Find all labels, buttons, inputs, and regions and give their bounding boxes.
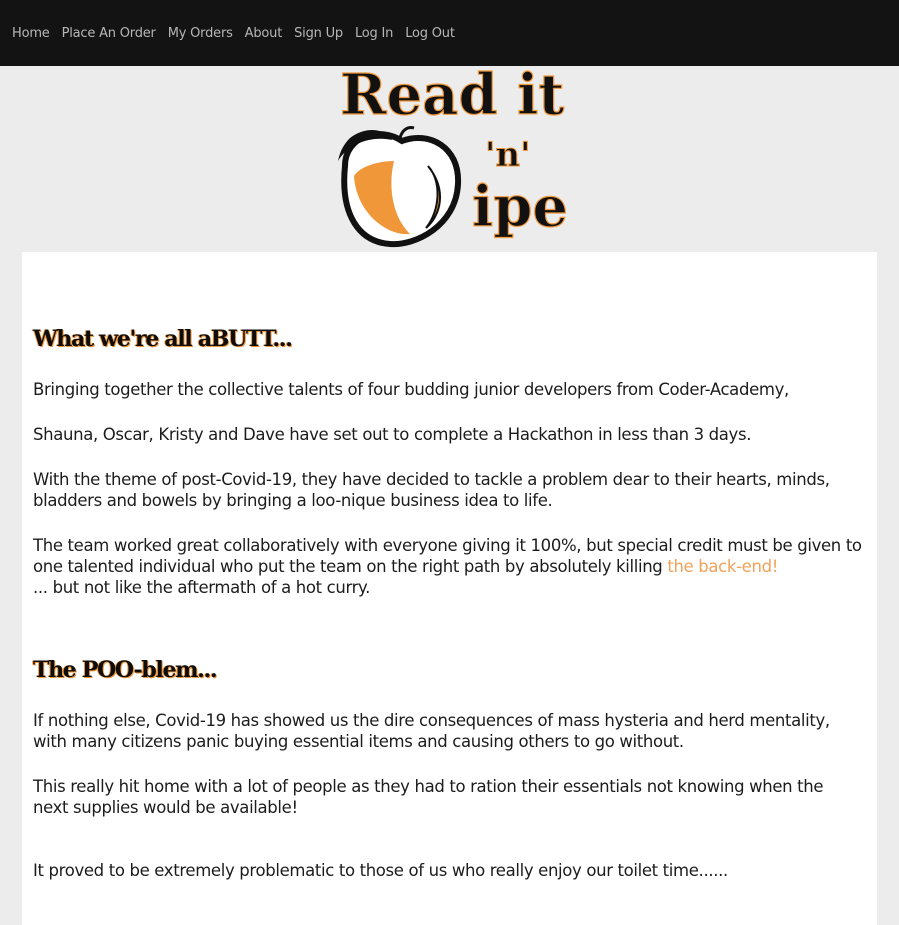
back-end-link[interactable]: the back-end! — [667, 557, 778, 576]
logo-line-2: 'n' — [485, 135, 531, 175]
site-logo: Read it 'n' ipe — [330, 61, 570, 252]
nav-log-out-link[interactable]: Log Out — [405, 26, 455, 41]
about-content: What we're all aBUTT... Bringing togethe… — [22, 252, 877, 925]
paragraph-covid: If nothing else, Covid-19 has showed us … — [33, 711, 830, 751]
peach-icon — [338, 126, 462, 248]
nav-my-orders-link[interactable]: My Orders — [168, 26, 233, 41]
section-heading-problem: The POO-blem... — [33, 657, 218, 683]
section-heading-about: What we're all aBUTT... — [33, 326, 293, 352]
paragraph-intro: Bringing together the collective talents… — [33, 380, 789, 399]
credit-after-text: ... but not like the aftermath of a hot … — [33, 578, 370, 597]
paragraph-ration: This really hit home with a lot of peopl… — [33, 777, 824, 817]
nav-about-link[interactable]: About — [245, 26, 283, 41]
paragraph-toilet-time: It proved to be extremely problematic to… — [33, 861, 728, 880]
nav-sign-up-link[interactable]: Sign Up — [294, 26, 343, 41]
paragraph-credit: The team worked great collaboratively wi… — [33, 535, 863, 598]
logo-graphic: Read it 'n' ipe — [338, 61, 569, 248]
top-navbar: Home Place An Order My Orders About Sign… — [0, 0, 899, 66]
paragraph-theme: With the theme of post-Covid-19, they ha… — [33, 470, 830, 510]
nav-home-link[interactable]: Home — [12, 26, 50, 41]
nav-place-order-link[interactable]: Place An Order — [62, 26, 156, 41]
logo-line-1: Read it — [340, 66, 564, 128]
nav-log-in-link[interactable]: Log In — [355, 26, 393, 41]
paragraph-team: Shauna, Oscar, Kristy and Dave have set … — [33, 425, 752, 444]
logo-line-3: ipe — [472, 174, 568, 240]
